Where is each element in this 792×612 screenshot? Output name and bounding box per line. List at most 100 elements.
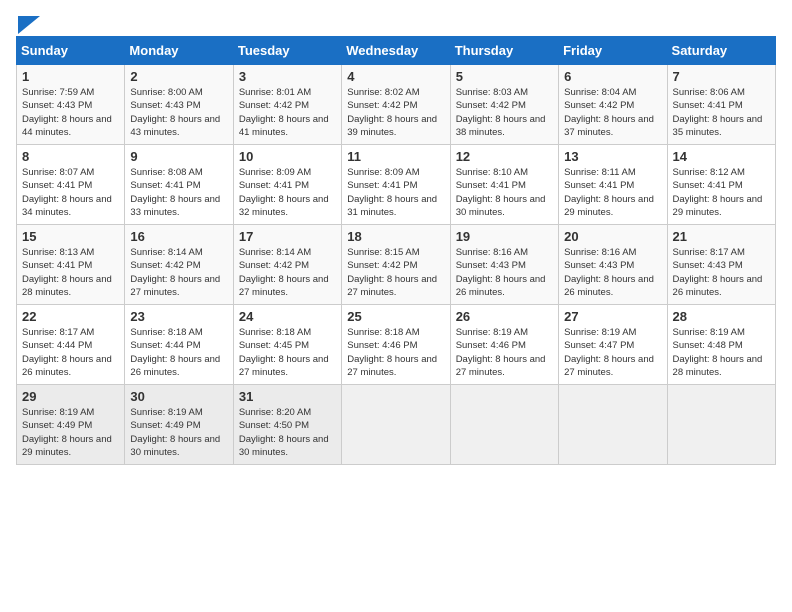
sunrise-text: Sunrise: 8:01 AM	[239, 87, 311, 98]
sunrise-text: Sunrise: 8:13 AM	[22, 247, 94, 258]
sunrise-text: Sunrise: 8:16 AM	[456, 247, 528, 258]
day-number: 17	[239, 229, 336, 244]
logo	[16, 16, 40, 28]
day-info: Sunrise: 8:02 AM Sunset: 4:42 PM Dayligh…	[347, 86, 444, 139]
sunset-text: Sunset: 4:43 PM	[673, 260, 743, 271]
sunset-text: Sunset: 4:42 PM	[347, 260, 417, 271]
day-info: Sunrise: 8:03 AM Sunset: 4:42 PM Dayligh…	[456, 86, 553, 139]
daylight-text: Daylight: 8 hours and 29 minutes.	[22, 434, 112, 458]
day-info: Sunrise: 8:19 AM Sunset: 4:49 PM Dayligh…	[130, 406, 227, 459]
day-number: 25	[347, 309, 444, 324]
sunrise-text: Sunrise: 8:09 AM	[239, 167, 311, 178]
calendar-cell: 14 Sunrise: 8:12 AM Sunset: 4:41 PM Dayl…	[667, 145, 775, 225]
day-number: 7	[673, 69, 770, 84]
daylight-text: Daylight: 8 hours and 26 minutes.	[22, 354, 112, 378]
day-info: Sunrise: 8:19 AM Sunset: 4:47 PM Dayligh…	[564, 326, 661, 379]
day-info: Sunrise: 8:17 AM Sunset: 4:43 PM Dayligh…	[673, 246, 770, 299]
sunrise-text: Sunrise: 8:03 AM	[456, 87, 528, 98]
sunrise-text: Sunrise: 8:07 AM	[22, 167, 94, 178]
day-number: 21	[673, 229, 770, 244]
daylight-text: Daylight: 8 hours and 27 minutes.	[456, 354, 546, 378]
sunset-text: Sunset: 4:42 PM	[239, 260, 309, 271]
sunrise-text: Sunrise: 8:12 AM	[673, 167, 745, 178]
sunrise-text: Sunrise: 8:19 AM	[456, 327, 528, 338]
sunrise-text: Sunrise: 8:09 AM	[347, 167, 419, 178]
day-info: Sunrise: 8:00 AM Sunset: 4:43 PM Dayligh…	[130, 86, 227, 139]
day-info: Sunrise: 7:59 AM Sunset: 4:43 PM Dayligh…	[22, 86, 119, 139]
day-number: 23	[130, 309, 227, 324]
day-number: 26	[456, 309, 553, 324]
daylight-text: Daylight: 8 hours and 30 minutes.	[130, 434, 220, 458]
sunset-text: Sunset: 4:42 PM	[564, 100, 634, 111]
daylight-text: Daylight: 8 hours and 26 minutes.	[456, 274, 546, 298]
day-info: Sunrise: 8:11 AM Sunset: 4:41 PM Dayligh…	[564, 166, 661, 219]
daylight-text: Daylight: 8 hours and 44 minutes.	[22, 114, 112, 138]
sunrise-text: Sunrise: 8:19 AM	[673, 327, 745, 338]
sunrise-text: Sunrise: 7:59 AM	[22, 87, 94, 98]
sunset-text: Sunset: 4:48 PM	[673, 340, 743, 351]
daylight-text: Daylight: 8 hours and 35 minutes.	[673, 114, 763, 138]
sunrise-text: Sunrise: 8:14 AM	[130, 247, 202, 258]
sunset-text: Sunset: 4:41 PM	[239, 180, 309, 191]
day-info: Sunrise: 8:09 AM Sunset: 4:41 PM Dayligh…	[239, 166, 336, 219]
daylight-text: Daylight: 8 hours and 37 minutes.	[564, 114, 654, 138]
sunset-text: Sunset: 4:41 PM	[22, 260, 92, 271]
daylight-text: Daylight: 8 hours and 27 minutes.	[347, 354, 437, 378]
daylight-text: Daylight: 8 hours and 27 minutes.	[130, 274, 220, 298]
sunrise-text: Sunrise: 8:15 AM	[347, 247, 419, 258]
sunrise-text: Sunrise: 8:02 AM	[347, 87, 419, 98]
calendar-cell: 24 Sunrise: 8:18 AM Sunset: 4:45 PM Dayl…	[233, 305, 341, 385]
calendar-header-row: SundayMondayTuesdayWednesdayThursdayFrid…	[17, 37, 776, 65]
sunset-text: Sunset: 4:50 PM	[239, 420, 309, 431]
sunset-text: Sunset: 4:46 PM	[347, 340, 417, 351]
calendar-cell: 2 Sunrise: 8:00 AM Sunset: 4:43 PM Dayli…	[125, 65, 233, 145]
daylight-text: Daylight: 8 hours and 29 minutes.	[564, 194, 654, 218]
sunrise-text: Sunrise: 8:14 AM	[239, 247, 311, 258]
day-number: 8	[22, 149, 119, 164]
daylight-text: Daylight: 8 hours and 30 minutes.	[239, 434, 329, 458]
calendar-cell	[667, 385, 775, 465]
calendar-cell: 4 Sunrise: 8:02 AM Sunset: 4:42 PM Dayli…	[342, 65, 450, 145]
day-info: Sunrise: 8:20 AM Sunset: 4:50 PM Dayligh…	[239, 406, 336, 459]
day-info: Sunrise: 8:08 AM Sunset: 4:41 PM Dayligh…	[130, 166, 227, 219]
day-info: Sunrise: 8:19 AM Sunset: 4:46 PM Dayligh…	[456, 326, 553, 379]
calendar-cell: 18 Sunrise: 8:15 AM Sunset: 4:42 PM Dayl…	[342, 225, 450, 305]
sunset-text: Sunset: 4:44 PM	[130, 340, 200, 351]
day-header-sunday: Sunday	[17, 37, 125, 65]
calendar-cell	[450, 385, 558, 465]
sunset-text: Sunset: 4:43 PM	[564, 260, 634, 271]
calendar-table: SundayMondayTuesdayWednesdayThursdayFrid…	[16, 36, 776, 465]
day-number: 16	[130, 229, 227, 244]
sunrise-text: Sunrise: 8:11 AM	[564, 167, 636, 178]
day-info: Sunrise: 8:19 AM Sunset: 4:48 PM Dayligh…	[673, 326, 770, 379]
calendar-cell: 30 Sunrise: 8:19 AM Sunset: 4:49 PM Dayl…	[125, 385, 233, 465]
day-info: Sunrise: 8:14 AM Sunset: 4:42 PM Dayligh…	[239, 246, 336, 299]
day-header-thursday: Thursday	[450, 37, 558, 65]
day-number: 3	[239, 69, 336, 84]
calendar-cell	[342, 385, 450, 465]
sunset-text: Sunset: 4:41 PM	[130, 180, 200, 191]
sunrise-text: Sunrise: 8:08 AM	[130, 167, 202, 178]
sunrise-text: Sunrise: 8:04 AM	[564, 87, 636, 98]
sunset-text: Sunset: 4:45 PM	[239, 340, 309, 351]
day-number: 20	[564, 229, 661, 244]
daylight-text: Daylight: 8 hours and 30 minutes.	[456, 194, 546, 218]
sunset-text: Sunset: 4:42 PM	[347, 100, 417, 111]
sunrise-text: Sunrise: 8:19 AM	[130, 407, 202, 418]
daylight-text: Daylight: 8 hours and 31 minutes.	[347, 194, 437, 218]
day-number: 24	[239, 309, 336, 324]
calendar-cell: 11 Sunrise: 8:09 AM Sunset: 4:41 PM Dayl…	[342, 145, 450, 225]
calendar-week-row: 8 Sunrise: 8:07 AM Sunset: 4:41 PM Dayli…	[17, 145, 776, 225]
sunrise-text: Sunrise: 8:18 AM	[130, 327, 202, 338]
day-number: 19	[456, 229, 553, 244]
day-number: 18	[347, 229, 444, 244]
calendar-cell: 15 Sunrise: 8:13 AM Sunset: 4:41 PM Dayl…	[17, 225, 125, 305]
day-number: 11	[347, 149, 444, 164]
sunset-text: Sunset: 4:41 PM	[673, 180, 743, 191]
day-number: 15	[22, 229, 119, 244]
day-number: 13	[564, 149, 661, 164]
sunrise-text: Sunrise: 8:06 AM	[673, 87, 745, 98]
sunrise-text: Sunrise: 8:17 AM	[22, 327, 94, 338]
daylight-text: Daylight: 8 hours and 38 minutes.	[456, 114, 546, 138]
day-number: 1	[22, 69, 119, 84]
